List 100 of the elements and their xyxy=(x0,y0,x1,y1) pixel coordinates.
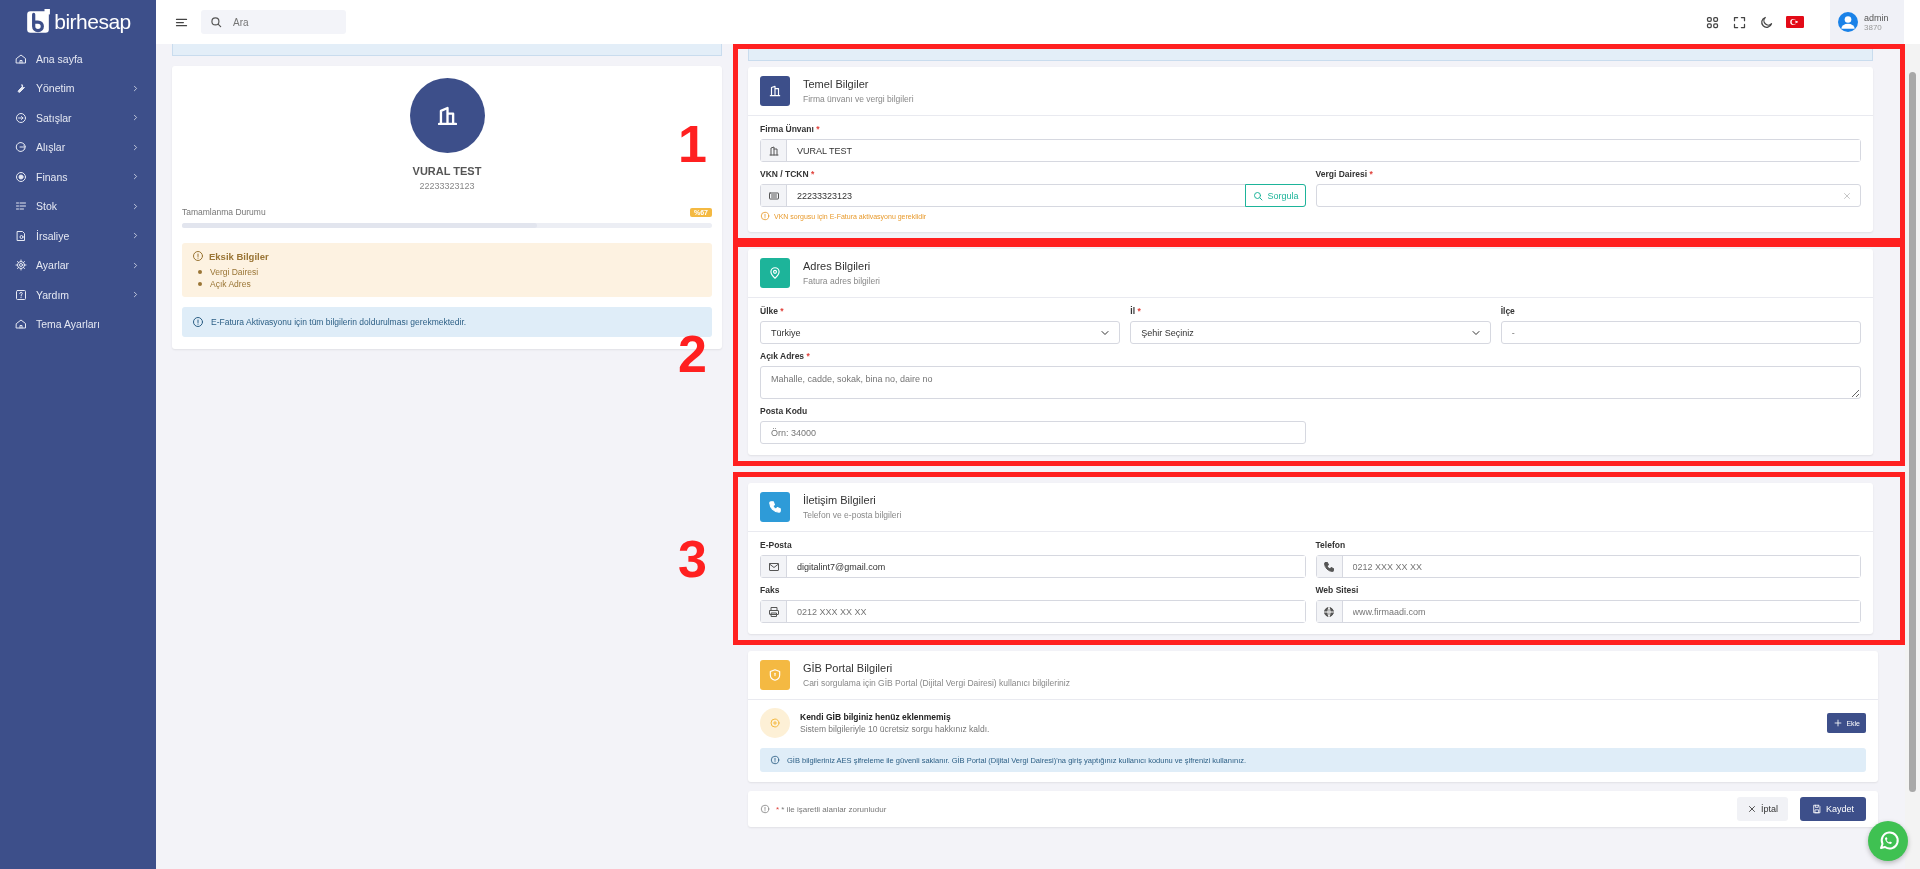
notice-text: E-Fatura Aktivasyonu için tüm bilgilerin doldurulması gerekmektedir. xyxy=(211,317,467,327)
section-title: GİB Portal Bilgileri xyxy=(803,662,894,674)
cancel-button[interactable]: İptal xyxy=(1736,797,1788,821)
section-title: İletişim Bilgileri xyxy=(803,494,877,506)
field-label: Açık Adres * xyxy=(760,351,811,361)
completion-label: Tamamlanma Durumu xyxy=(182,207,266,217)
section-subtitle: Telefon ve e-posta bilgileri xyxy=(803,510,902,520)
document-icon xyxy=(15,229,27,242)
scrollbar[interactable] xyxy=(1905,44,1920,869)
sidebar-item[interactable]: Ana sayfa xyxy=(0,44,156,74)
sign-out-icon xyxy=(15,141,27,154)
select-field[interactable] xyxy=(1315,184,1861,207)
annotation-number: 1 xyxy=(678,113,707,174)
logo-text: birhesap xyxy=(54,10,131,34)
field-label: E-Posta xyxy=(760,540,793,550)
sidebar-item[interactable]: Ayarlar xyxy=(0,250,156,280)
search-input[interactable]: Ara xyxy=(231,15,331,29)
section-subtitle: Fatura adres bilgileri xyxy=(803,276,880,286)
select-field[interactable]: Şehir Seçiniz xyxy=(1130,321,1491,344)
search-field[interactable]: Ara xyxy=(201,10,346,34)
field-label: İlçe xyxy=(1500,306,1516,316)
coin-icon xyxy=(769,717,781,729)
info-icon xyxy=(192,250,204,262)
field-label: Web Sitesi xyxy=(1315,585,1360,595)
list-icon xyxy=(15,200,27,213)
bullet-dot xyxy=(198,282,202,286)
company-avatar-icon xyxy=(409,78,485,153)
building-icon xyxy=(768,84,782,98)
save-button[interactable]: Kaydet xyxy=(1799,797,1866,821)
sidebar-item[interactable]: Yardım xyxy=(0,280,156,310)
input-field[interactable]: 22233323123 Sorgula xyxy=(760,184,1306,207)
info-icon xyxy=(760,211,770,221)
field-label: İl * xyxy=(1130,306,1142,316)
moon-icon[interactable] xyxy=(1759,14,1774,30)
avatar-icon xyxy=(1838,12,1858,32)
mail-icon xyxy=(767,560,780,573)
save-icon xyxy=(1811,804,1822,814)
sidebar-item[interactable]: İrsaliye xyxy=(0,221,156,251)
printer-icon xyxy=(767,605,780,618)
info-icon xyxy=(760,804,770,814)
input-field[interactable]: - xyxy=(1500,321,1861,344)
user-menu[interactable]: admin 3870 xyxy=(1830,0,1904,44)
input-field[interactable]: Örn: 34000 xyxy=(760,421,1306,444)
select-field[interactable]: Türkiye xyxy=(760,321,1121,344)
globe-icon xyxy=(1323,605,1335,618)
field-label: Posta Kodu xyxy=(760,406,809,416)
section-subtitle: Firma ünvanı ve vergi bilgileri xyxy=(803,94,914,104)
tax-number: 22233323123 xyxy=(419,181,475,191)
required-note: * * ile işaretli alanlar zorunludur xyxy=(776,804,887,814)
field-label: Vergi Dairesi * xyxy=(1315,169,1374,179)
field-label: Faks xyxy=(760,585,781,595)
empty-title: Kendi GİB bilginiz henüz eklenmemiş xyxy=(800,712,952,722)
user-name: admin xyxy=(1864,12,1889,23)
field-label: Firma Ünvanı * xyxy=(760,124,821,134)
sidebar-item[interactable]: Alışlar xyxy=(0,132,156,162)
annotation-number: 2 xyxy=(678,324,707,384)
help-icon xyxy=(15,288,27,301)
plus-icon xyxy=(1833,718,1844,728)
alert-title: Eksik Bilgiler xyxy=(209,250,269,262)
search-icon xyxy=(209,15,223,29)
settings-icon xyxy=(15,259,27,272)
fullscreen-icon[interactable] xyxy=(1732,14,1747,30)
annotation-number: 3 xyxy=(678,528,707,589)
phone-icon xyxy=(1323,560,1335,573)
section-subtitle: Cari sorgulama için GİB Portal (Dijital Vergi Dairesi) kullanıcı bilgileriniz xyxy=(803,678,1070,688)
field-label: Telefon xyxy=(1315,540,1347,550)
apps-grid-icon[interactable] xyxy=(1705,14,1720,30)
section-title: Adres Bilgileri xyxy=(803,260,872,272)
user-code: 3870 xyxy=(1864,22,1883,32)
location-pin-icon xyxy=(768,266,782,280)
clear-icon xyxy=(1842,190,1852,201)
empty-text: Sistem bilgileriyle 10 ücretsiz sorgu hakkınız kaldı. xyxy=(800,724,990,734)
sidebar-item[interactable]: Finans xyxy=(0,162,156,192)
section-title: Temel Bilgiler xyxy=(803,78,870,90)
text-area[interactable]: Mahalle, cadde, sokak, bina no, daire no xyxy=(760,366,1861,399)
close-icon xyxy=(1746,804,1757,814)
info-icon xyxy=(770,755,780,765)
shield-icon xyxy=(768,668,782,682)
flag-icon[interactable] xyxy=(1786,16,1804,28)
sidebar-item[interactable]: Tema Ayarları xyxy=(0,309,156,339)
id-card-icon xyxy=(767,189,780,202)
sidebar-item[interactable]: Yönetim xyxy=(0,73,156,103)
company-name: VURAL TEST xyxy=(412,165,482,177)
search-icon xyxy=(1252,189,1265,202)
sidebar-item[interactable]: Stok xyxy=(0,191,156,221)
home-icon xyxy=(15,52,27,65)
home-icon xyxy=(15,318,27,331)
missing-item: Açık Adres xyxy=(210,278,251,290)
info-icon xyxy=(192,316,204,328)
phone-icon xyxy=(768,500,782,514)
sidebar-item[interactable]: Satışlar xyxy=(0,103,156,133)
field-label: Ülke * xyxy=(760,306,785,316)
building-icon xyxy=(767,144,780,157)
field-label: VKN / TCKN * xyxy=(760,169,816,179)
target-icon xyxy=(15,170,27,183)
missing-item: Vergi Dairesi xyxy=(210,266,259,278)
bullet-dot xyxy=(198,270,202,274)
sign-in-icon xyxy=(15,111,27,124)
logo-icon xyxy=(25,8,52,36)
wrench-icon xyxy=(15,82,27,95)
